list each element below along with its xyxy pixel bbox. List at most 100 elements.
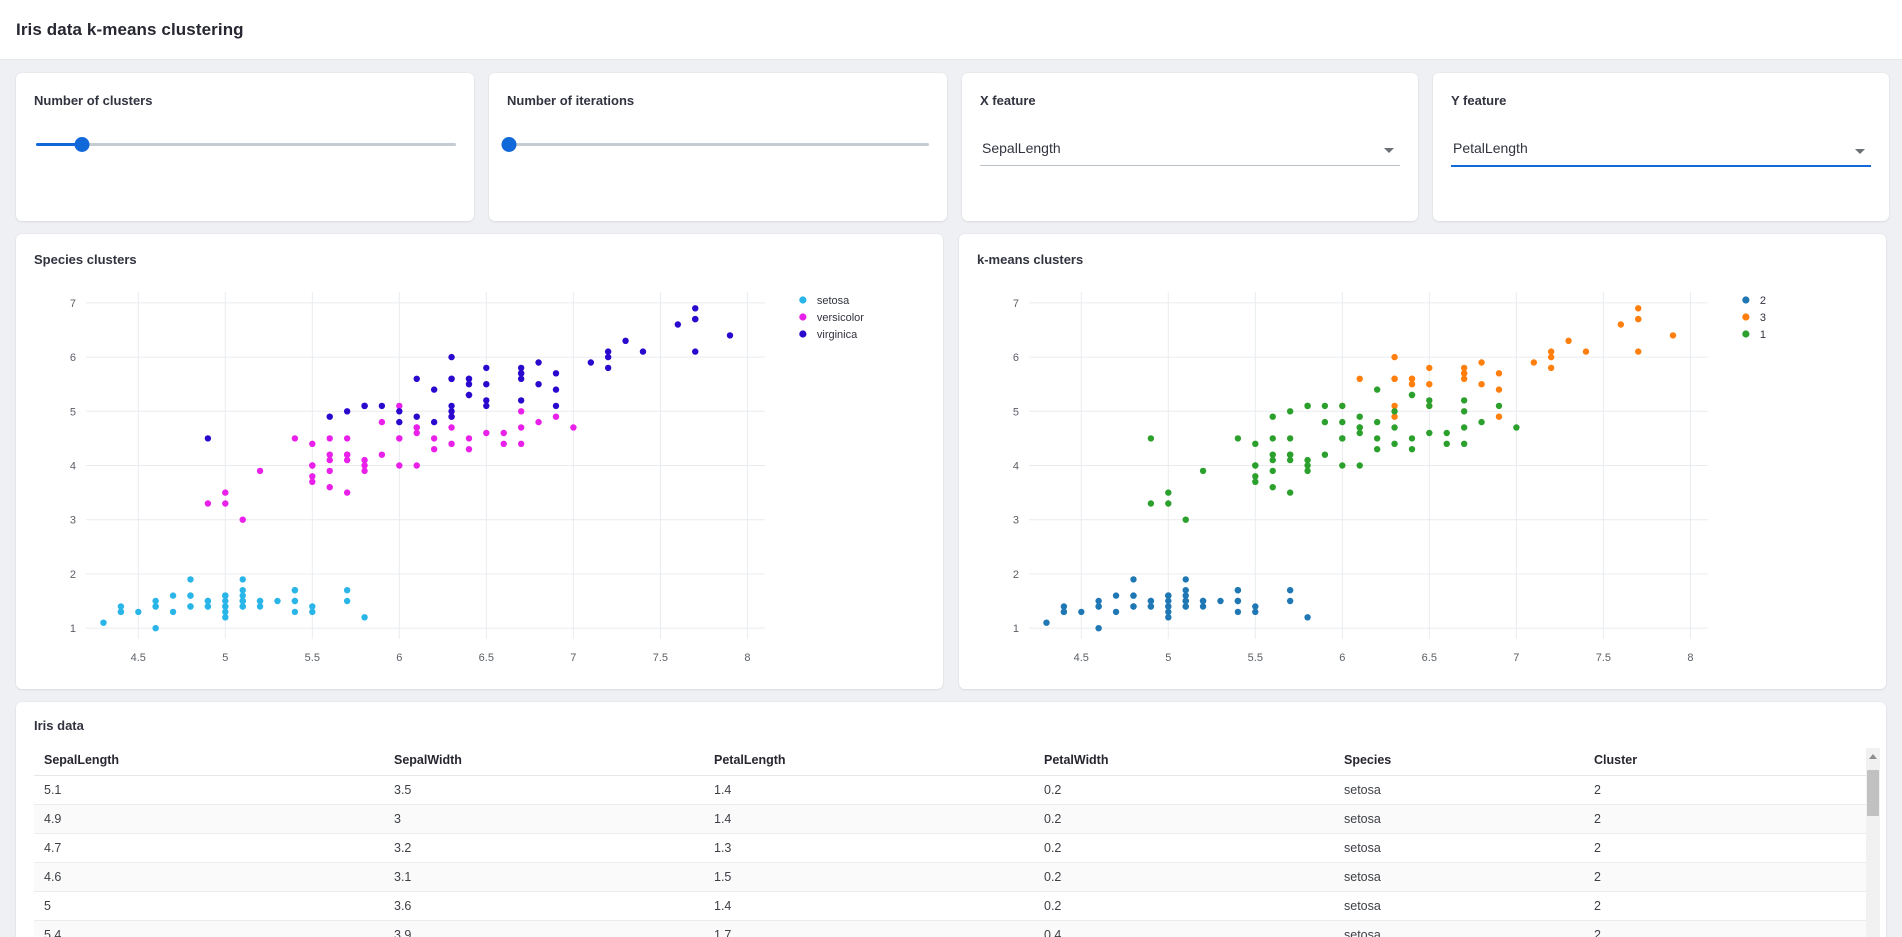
x-feature-label: X feature [980, 93, 1036, 108]
slider-track[interactable] [509, 143, 929, 146]
table-row[interactable]: 4.9 3 1.4 0.2 setosa 2 [34, 804, 1870, 834]
clusters-slider[interactable] [36, 134, 456, 154]
table-cell-petalwidth: 0.2 [1034, 891, 1334, 921]
svg-text:5: 5 [222, 652, 228, 664]
table-cell-petalwidth: 0.2 [1034, 833, 1334, 863]
kmeans-scatter-plot[interactable]: 1 2 3 4 5 6 7 4.5 5 5.5 6 6.5 7 7.5 8 2 3 1 [977, 284, 1868, 679]
table-cell-sepallength: 4.7 [34, 833, 384, 863]
y-feature-control-card: Y feature PetalLength [1433, 73, 1889, 221]
svg-text:5: 5 [1013, 406, 1019, 418]
svg-text:3: 3 [1013, 515, 1019, 527]
table-cell-species: setosa [1334, 775, 1584, 805]
table-cell-sepallength: 5.4 [34, 920, 384, 937]
table-cell-species: setosa [1334, 804, 1584, 834]
svg-text:6: 6 [70, 352, 76, 364]
svg-text:versicolor: versicolor [817, 312, 864, 324]
table-cell-petallength: 1.4 [704, 804, 1034, 834]
svg-text:1: 1 [1013, 623, 1019, 635]
table-body: 5.1 3.5 1.4 0.2 setosa 2 4.9 3 1.4 0.2 setosa 2 4.7 3… [34, 775, 1870, 937]
chevron-down-icon[interactable] [1384, 148, 1394, 153]
table-cell-petalwidth: 0.4 [1034, 920, 1334, 937]
table-cell-petallength: 1.5 [704, 862, 1034, 892]
y-feature-underline [1451, 165, 1871, 167]
svg-text:1: 1 [1760, 329, 1766, 341]
iterations-slider[interactable] [501, 134, 929, 154]
scrollbar-thumb[interactable] [1867, 770, 1879, 816]
y-feature-select[interactable]: PetalLength [1451, 134, 1871, 167]
table-row[interactable]: 5 3.6 1.4 0.2 setosa 2 [34, 891, 1870, 921]
x-feature-control-card: X feature SepalLength [962, 73, 1418, 221]
table-cell-sepallength: 5 [34, 891, 384, 921]
table-header-cluster: Cluster [1584, 749, 1870, 776]
table-row[interactable]: 5.4 3.9 1.7 0.4 setosa 2 [34, 920, 1870, 937]
table-cell-petalwidth: 0.2 [1034, 804, 1334, 834]
table-cell-sepalwidth: 3.1 [384, 862, 704, 892]
species-scatter-plot[interactable]: 1 2 3 4 5 6 7 4.5 5 5.5 6 6.5 7 7.5 8 setosa versicolor v… [34, 284, 925, 679]
svg-text:6: 6 [1339, 652, 1345, 664]
slider-track[interactable] [36, 143, 456, 146]
svg-text:8: 8 [744, 652, 750, 664]
clusters-control-card: Number of clusters [16, 73, 474, 221]
app-header: Iris data k-means clustering [0, 0, 1902, 60]
x-feature-select[interactable]: SepalLength [980, 134, 1400, 166]
charts-row: Species clusters 1 2 3 4 5 6 7 4.5 5 5.5 6 6.5 7 7.5 8… [0, 221, 1902, 689]
table-cell-petalwidth: 0.2 [1034, 862, 1334, 892]
page-title: Iris data k-means clustering [16, 19, 244, 39]
table-cell-cluster: 2 [1584, 775, 1870, 805]
species-chart-title: Species clusters [34, 252, 137, 267]
table-cell-cluster: 2 [1584, 891, 1870, 921]
svg-text:4.5: 4.5 [131, 652, 146, 664]
svg-text:3: 3 [1760, 312, 1766, 324]
table-cell-petallength: 1.4 [704, 891, 1034, 921]
y-feature-label: Y feature [1451, 93, 1507, 108]
svg-text:7: 7 [70, 298, 76, 310]
svg-text:virginica: virginica [817, 329, 858, 341]
table-cell-sepallength: 5.1 [34, 775, 384, 805]
svg-text:2: 2 [1760, 295, 1766, 307]
table-row[interactable]: 4.6 3.1 1.5 0.2 setosa 2 [34, 862, 1870, 892]
svg-text:4: 4 [1013, 461, 1019, 473]
svg-text:5.5: 5.5 [1248, 652, 1263, 664]
svg-text:7: 7 [570, 652, 576, 664]
svg-text:6.5: 6.5 [479, 652, 494, 664]
table-cell-sepalwidth: 3.9 [384, 920, 704, 937]
svg-text:5.5: 5.5 [305, 652, 320, 664]
svg-text:5: 5 [70, 406, 76, 418]
table-cell-sepallength: 4.6 [34, 862, 384, 892]
table-header-sepalwidth: SepalWidth [384, 749, 704, 776]
slider-thumb[interactable] [501, 137, 517, 152]
scroll-up-arrow-icon[interactable] [1869, 754, 1877, 759]
slider-thumb[interactable] [74, 137, 90, 152]
species-chart-card: Species clusters 1 2 3 4 5 6 7 4.5 5 5.5 6 6.5 7 7.5 8… [16, 234, 943, 689]
table-cell-cluster: 2 [1584, 833, 1870, 863]
table-cell-sepallength: 4.9 [34, 804, 384, 834]
x-feature-underline [980, 165, 1400, 166]
table-row[interactable]: 4.7 3.2 1.3 0.2 setosa 2 [34, 833, 1870, 863]
table-title: Iris data [34, 718, 84, 733]
svg-text:2: 2 [70, 569, 76, 581]
table-cell-sepalwidth: 3.6 [384, 891, 704, 921]
svg-text:1: 1 [70, 623, 76, 635]
svg-text:2: 2 [1013, 569, 1019, 581]
table-cell-sepalwidth: 3 [384, 804, 704, 834]
iris-data-card: Iris data SepalLength SepalWidth PetalLeng… [16, 702, 1886, 937]
table-cell-species: setosa [1334, 862, 1584, 892]
table-header-petallength: PetalLength [704, 749, 1034, 776]
table-header-species: Species [1334, 749, 1584, 776]
table-cell-sepalwidth: 3.5 [384, 775, 704, 805]
chevron-down-icon[interactable] [1855, 149, 1865, 154]
table-cell-cluster: 2 [1584, 920, 1870, 937]
table-cell-species: setosa [1334, 920, 1584, 937]
svg-text:7.5: 7.5 [1596, 652, 1611, 664]
clusters-label: Number of clusters [34, 93, 153, 108]
svg-text:6: 6 [1013, 352, 1019, 364]
table-cell-petallength: 1.3 [704, 833, 1034, 863]
table-row[interactable]: 5.1 3.5 1.4 0.2 setosa 2 [34, 775, 1870, 805]
table-cell-petalwidth: 0.2 [1034, 775, 1334, 805]
svg-text:setosa: setosa [817, 295, 850, 307]
x-feature-value: SepalLength [982, 140, 1061, 156]
svg-text:7.5: 7.5 [653, 652, 668, 664]
table-scrollbar[interactable] [1866, 748, 1880, 937]
table-scroll-region[interactable]: SepalLength SepalWidth PetalLength PetalWid… [34, 749, 1870, 937]
svg-text:7: 7 [1013, 298, 1019, 310]
